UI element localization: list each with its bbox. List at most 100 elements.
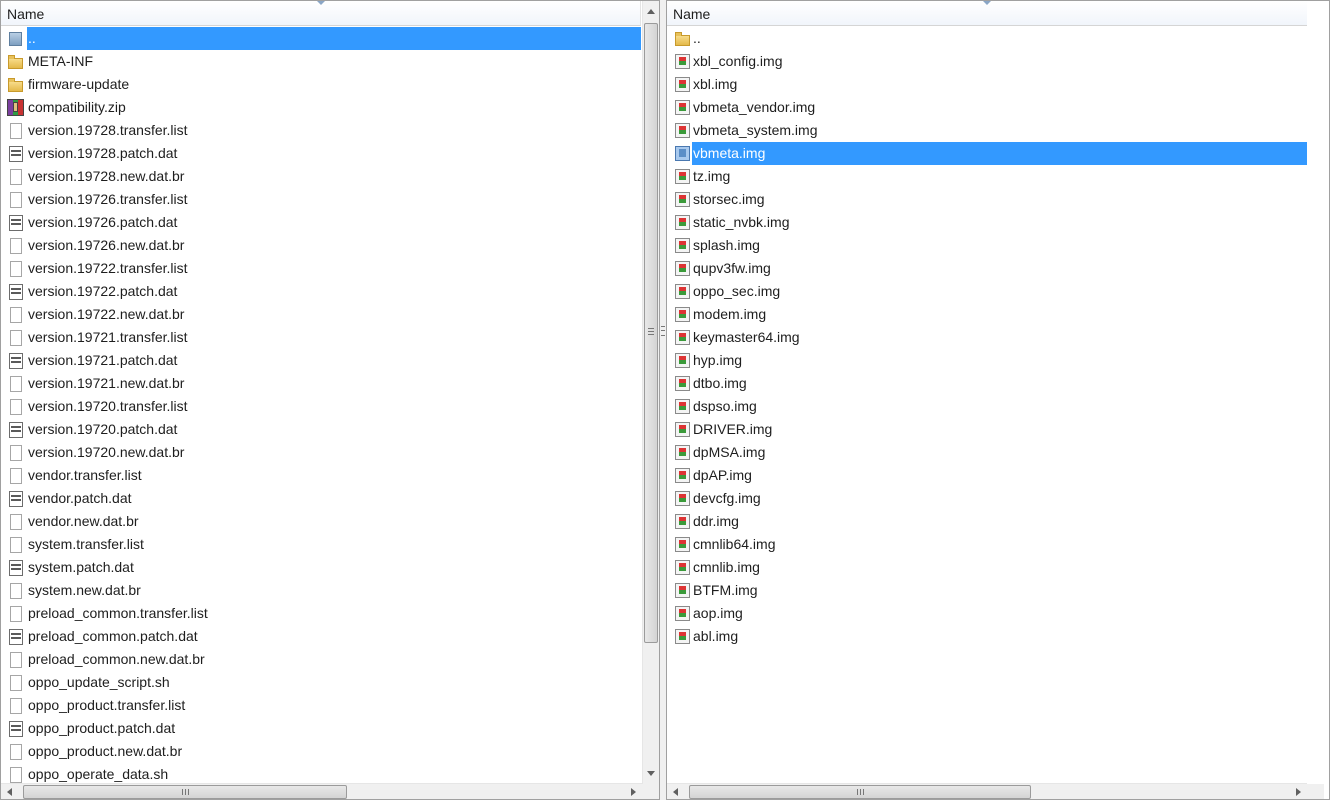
file-row[interactable]: firmware-update <box>1 73 641 96</box>
file-row[interactable]: version.19720.new.dat.br <box>1 441 641 464</box>
file-row[interactable]: oppo_sec.img <box>667 280 1323 303</box>
left-file-pane[interactable]: Name .. META-INF firmware-update compatibil… <box>0 0 660 800</box>
file-name: vendor.new.dat.br <box>28 513 139 529</box>
file-name: oppo_update_script.sh <box>28 674 170 690</box>
scrollbar-corner <box>642 784 659 799</box>
file-row[interactable]: preload_common.new.dat.br <box>1 648 641 671</box>
file-row[interactable]: aop.img <box>667 602 1323 625</box>
file-row[interactable]: modem.img <box>667 303 1323 326</box>
disk-image-icon <box>674 168 691 185</box>
file-row[interactable]: abl.img <box>667 625 1323 648</box>
file-row[interactable]: version.19721.new.dat.br <box>1 372 641 395</box>
file-name: version.19721.new.dat.br <box>28 375 185 391</box>
file-row[interactable]: preload_common.patch.dat <box>1 625 641 648</box>
scroll-down-arrow-icon[interactable] <box>647 771 655 776</box>
file-row[interactable]: dpMSA.img <box>667 441 1323 464</box>
name-column-header[interactable]: Name <box>7 6 44 22</box>
file-row[interactable]: oppo_update_script.sh <box>1 671 641 694</box>
file-row[interactable]: version.19721.transfer.list <box>1 326 641 349</box>
horizontal-scroll-thumb[interactable] <box>689 785 1031 799</box>
file-row[interactable]: .. <box>1 27 641 50</box>
file-row[interactable]: version.19726.new.dat.br <box>1 234 641 257</box>
file-row[interactable]: version.19722.transfer.list <box>1 257 641 280</box>
vertical-scroll-thumb[interactable] <box>644 23 658 643</box>
file-row[interactable]: ddr.img <box>667 510 1323 533</box>
file-row[interactable]: cmnlib.img <box>667 556 1323 579</box>
file-row[interactable]: xbl.img <box>667 73 1323 96</box>
dat-file-icon <box>7 283 24 300</box>
file-row[interactable]: version.19721.patch.dat <box>1 349 641 372</box>
file-row[interactable]: version.19726.transfer.list <box>1 188 641 211</box>
file-icon <box>7 375 24 392</box>
file-row[interactable]: oppo_product.patch.dat <box>1 717 641 740</box>
file-row[interactable]: version.19722.patch.dat <box>1 280 641 303</box>
file-row[interactable]: BTFM.img <box>667 579 1323 602</box>
file-row[interactable]: cmnlib64.img <box>667 533 1323 556</box>
file-row[interactable]: devcfg.img <box>667 487 1323 510</box>
file-row[interactable]: oppo_product.new.dat.br <box>1 740 641 763</box>
file-row[interactable]: xbl_config.img <box>667 50 1323 73</box>
left-horizontal-scrollbar[interactable] <box>1 783 642 799</box>
scroll-left-arrow-icon[interactable] <box>7 788 12 796</box>
file-row[interactable]: version.19722.new.dat.br <box>1 303 641 326</box>
file-row[interactable]: compatibility.zip <box>1 96 641 119</box>
right-file-pane[interactable]: Name .. xbl_config.img xbl.img vbmeta_vendo… <box>666 0 1330 800</box>
file-row[interactable]: version.19728.new.dat.br <box>1 165 641 188</box>
file-name: version.19728.new.dat.br <box>28 168 185 184</box>
right-column-header[interactable]: Name <box>667 1 1307 26</box>
scroll-right-arrow-icon[interactable] <box>1296 788 1301 796</box>
file-row[interactable]: splash.img <box>667 234 1323 257</box>
file-row[interactable]: system.patch.dat <box>1 556 641 579</box>
file-row[interactable]: version.19726.patch.dat <box>1 211 641 234</box>
left-vertical-scrollbar[interactable] <box>642 1 659 784</box>
file-row[interactable]: static_nvbk.img <box>667 211 1323 234</box>
file-row[interactable]: oppo_product.transfer.list <box>1 694 641 717</box>
file-row[interactable]: vbmeta_system.img <box>667 119 1323 142</box>
dat-file-icon <box>7 628 24 645</box>
file-icon <box>7 651 24 668</box>
left-file-list[interactable]: .. META-INF firmware-update compatibility.z… <box>1 27 641 786</box>
file-name: xbl_config.img <box>693 53 783 69</box>
file-name: oppo_product.new.dat.br <box>28 743 183 759</box>
file-row[interactable]: DRIVER.img <box>667 418 1323 441</box>
file-row[interactable]: dtbo.img <box>667 372 1323 395</box>
file-row[interactable]: vendor.patch.dat <box>1 487 641 510</box>
left-column-header[interactable]: Name <box>1 1 641 26</box>
file-row[interactable]: vbmeta_vendor.img <box>667 96 1323 119</box>
right-vertical-scrollbar[interactable] <box>1307 1 1324 784</box>
file-name: version.19728.transfer.list <box>28 122 188 138</box>
file-name: tz.img <box>693 168 731 184</box>
scroll-up-arrow-icon[interactable] <box>647 9 655 14</box>
file-row[interactable]: storsec.img <box>667 188 1323 211</box>
disk-image-icon <box>674 375 691 392</box>
file-row[interactable]: tz.img <box>667 165 1323 188</box>
file-icon <box>7 513 24 530</box>
file-row[interactable]: version.19720.transfer.list <box>1 395 641 418</box>
file-name: ddr.img <box>693 513 739 529</box>
file-row[interactable]: qupv3fw.img <box>667 257 1323 280</box>
file-row[interactable]: version.19728.patch.dat <box>1 142 641 165</box>
file-row[interactable]: keymaster64.img <box>667 326 1323 349</box>
file-row[interactable]: version.19728.transfer.list <box>1 119 641 142</box>
right-file-list[interactable]: .. xbl_config.img xbl.img vbmeta_vendor.img… <box>667 27 1323 648</box>
horizontal-scroll-thumb[interactable] <box>23 785 347 799</box>
file-row[interactable]: system.new.dat.br <box>1 579 641 602</box>
file-row[interactable]: system.transfer.list <box>1 533 641 556</box>
file-row[interactable]: preload_common.transfer.list <box>1 602 641 625</box>
file-name: vendor.patch.dat <box>28 490 132 506</box>
file-row[interactable]: vendor.transfer.list <box>1 464 641 487</box>
file-row[interactable]: .. <box>667 27 1323 50</box>
file-row[interactable]: META-INF <box>1 50 641 73</box>
file-row[interactable]: version.19720.patch.dat <box>1 418 641 441</box>
right-horizontal-scrollbar[interactable] <box>667 783 1307 799</box>
file-row[interactable]: dpAP.img <box>667 464 1323 487</box>
scroll-left-arrow-icon[interactable] <box>673 788 678 796</box>
file-name: vbmeta_vendor.img <box>693 99 816 115</box>
file-row[interactable]: dspso.img <box>667 395 1323 418</box>
name-column-header[interactable]: Name <box>673 6 710 22</box>
file-row[interactable]: vbmeta.img <box>667 142 1323 165</box>
file-row[interactable]: vendor.new.dat.br <box>1 510 641 533</box>
file-name: version.19721.transfer.list <box>28 329 188 345</box>
scroll-right-arrow-icon[interactable] <box>631 788 636 796</box>
file-row[interactable]: hyp.img <box>667 349 1323 372</box>
